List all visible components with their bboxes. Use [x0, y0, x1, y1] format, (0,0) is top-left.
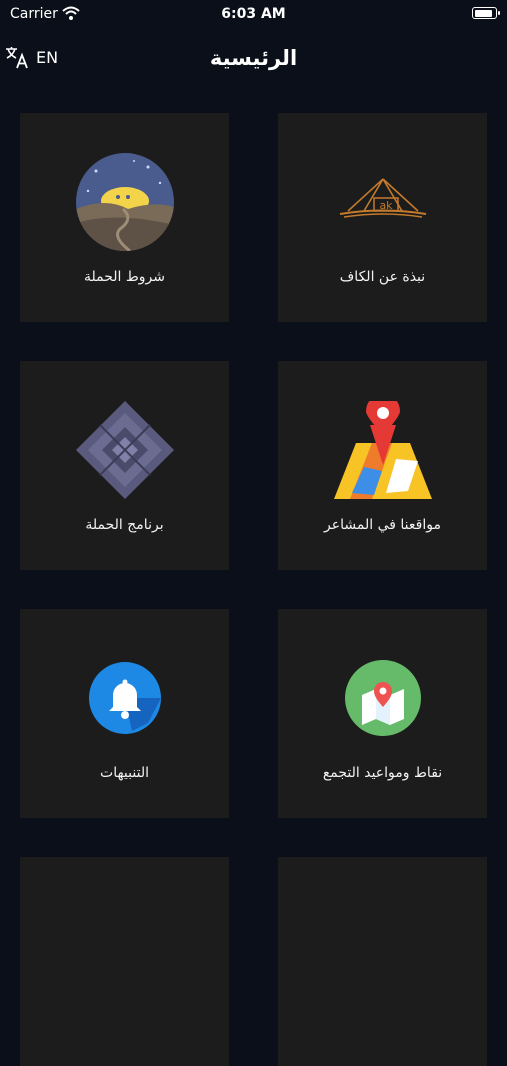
tile-label: شروط الحملة [83, 269, 166, 285]
tile-partial[interactable] [20, 857, 229, 1066]
tile-notifications[interactable]: التنبيهات [20, 609, 229, 818]
svg-text:ak: ak [379, 199, 393, 212]
tile-gathering-points[interactable]: نقاط ومواعيد التجمع [278, 609, 487, 818]
bell-icon [89, 662, 161, 734]
tile-campaign-terms[interactable]: شروط الحملة [20, 113, 229, 322]
map-pin-icon [334, 401, 432, 499]
menu-grid: ak نبذة عن الكاف شروط الحملة مواقعنا في … [0, 0, 507, 1066]
desert-night-moon-icon [76, 153, 174, 251]
tile-label: نقاط ومواعيد التجمع [322, 765, 443, 781]
map-location-icon [345, 660, 421, 736]
tile-label: نبذة عن الكاف [339, 269, 426, 285]
tile-label: مواقعنا في المشاعر [324, 517, 441, 533]
tile-campaign-program[interactable]: برنامج الحملة [20, 361, 229, 570]
alkaf-logo-icon: ak [339, 178, 427, 218]
pattern-diamond-icon [76, 401, 174, 499]
tile-partial[interactable] [278, 857, 487, 1066]
tile-about-alkaf[interactable]: ak نبذة عن الكاف [278, 113, 487, 322]
tile-our-locations[interactable]: مواقعنا في المشاعر [278, 361, 487, 570]
tile-label: التنبيهات [100, 765, 149, 781]
tile-label: برنامج الحملة [85, 517, 164, 533]
